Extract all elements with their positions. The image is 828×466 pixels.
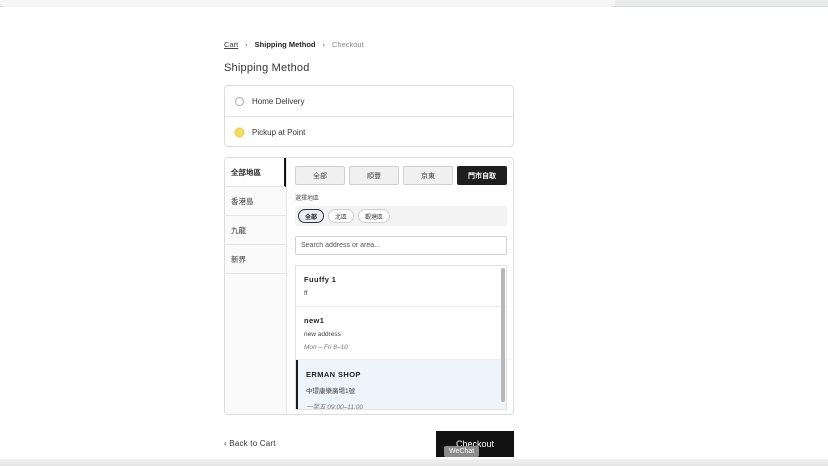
browser-top-strip xyxy=(0,0,828,7)
radio-button-selected[interactable] xyxy=(235,127,244,137)
tab-jd[interactable]: 京東 xyxy=(403,166,453,185)
region-item-kowloon[interactable]: 九龍 xyxy=(225,216,286,245)
list-scrollbar[interactable] xyxy=(501,268,505,402)
breadcrumb-current: Shipping Method xyxy=(254,40,316,49)
method-option-home-delivery[interactable]: Home Delivery xyxy=(225,86,513,116)
pickup-point-address: new address xyxy=(304,331,341,338)
breadcrumb-separator: › xyxy=(322,40,326,49)
breadcrumb-checkout: Checkout xyxy=(332,40,364,49)
list-item[interactable]: Fuuffy 1 ff xyxy=(296,266,506,307)
area-chip-north[interactable]: 北區 xyxy=(328,209,355,223)
shipping-method-options: Home Delivery Pickup at Point xyxy=(224,85,514,147)
pickup-point-address: ff xyxy=(304,290,308,297)
pickup-point-name: new1 xyxy=(304,316,325,325)
area-filter-label: 選擇地區 xyxy=(295,196,320,202)
pickup-content: 全部 順豐 京東 門市自取 選擇地區 全部 北區 觀塘區 Fuuffy 1 ff… xyxy=(287,158,513,414)
region-item-hong-kong-island[interactable]: 香港島 xyxy=(225,187,286,216)
pickup-point-name: Fuuffy 1 xyxy=(304,275,337,284)
tab-all[interactable]: 全部 xyxy=(295,166,345,185)
page-title: Shipping Method xyxy=(224,62,310,74)
bottom-edge xyxy=(0,459,828,466)
method-option-pickup[interactable]: Pickup at Point xyxy=(225,116,513,147)
pickup-point-hours: 一至五 09:00–11:00 xyxy=(306,404,363,410)
region-item-all[interactable]: 全部地區 xyxy=(225,158,286,187)
breadcrumb-cart-link[interactable]: Cart xyxy=(224,40,238,49)
pickup-point-selector: 全部地區 香港島 九龍 新界 全部 順豐 京東 門市自取 選擇地區 全部 北區 … xyxy=(224,157,514,415)
breadcrumb: Cart › Shipping Method › Checkout xyxy=(224,40,364,49)
back-to-cart-link[interactable]: ‹ Back to Cart xyxy=(224,439,276,448)
wechat-tooltip: WeChat xyxy=(444,446,480,457)
region-sidebar: 全部地區 香港島 九龍 新界 xyxy=(225,158,287,414)
radio-button[interactable] xyxy=(235,96,244,106)
pickup-point-name: ERMAN SHOP xyxy=(306,370,361,379)
area-chip-kwun-tong[interactable]: 觀塘區 xyxy=(358,209,391,223)
search-input[interactable] xyxy=(295,236,507,255)
carrier-filter-tabs: 全部 順豐 京東 門市自取 xyxy=(295,166,507,185)
list-item[interactable]: new1 new address Mon – Fri 8–10 xyxy=(296,307,506,360)
area-chip-all[interactable]: 全部 xyxy=(298,209,325,223)
method-label: Home Delivery xyxy=(252,96,305,106)
pickup-point-hours: Mon – Fri 8–10 xyxy=(304,344,348,351)
breadcrumb-separator: › xyxy=(245,40,248,49)
method-label: Pickup at Point xyxy=(252,127,306,137)
tab-store-pickup[interactable]: 門市自取 xyxy=(457,166,507,185)
tab-sf-express[interactable]: 順豐 xyxy=(349,166,399,185)
pickup-point-list: Fuuffy 1 ff new1 new address Mon – Fri 8… xyxy=(295,265,507,410)
region-item-new-territories[interactable]: 新界 xyxy=(225,245,286,274)
area-chip-row: 全部 北區 觀塘區 xyxy=(295,206,507,226)
pickup-point-address: 中環康樂廣場1號 xyxy=(306,388,356,395)
list-item-selected[interactable]: ERMAN SHOP 中環康樂廣場1號 一至五 09:00–11:00 xyxy=(296,360,506,410)
